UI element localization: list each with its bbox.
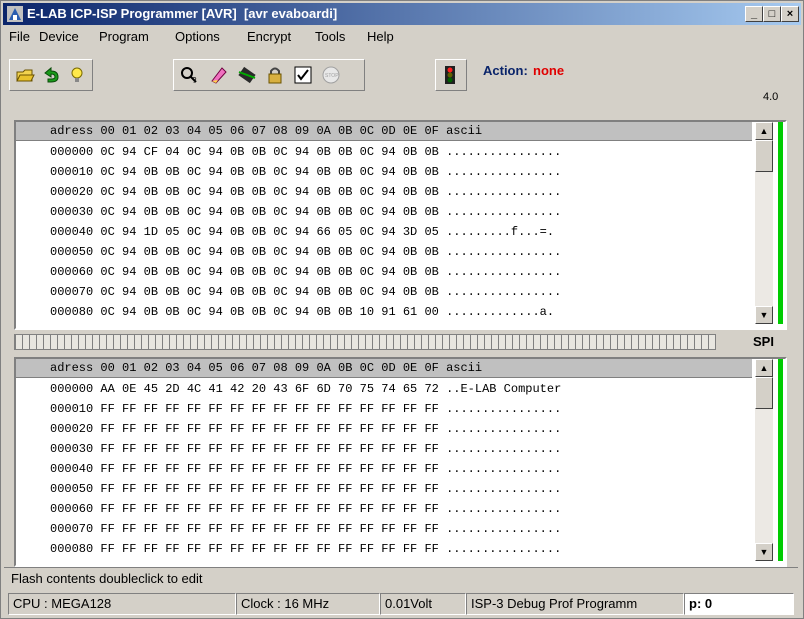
eeprom-hex-rows: 000000 AA 0E 45 2D 4C 41 42 20 43 6F 6D … [50,379,750,559]
eeprom-hex-row[interactable]: 000010 FF FF FF FF FF FF FF FF FF FF FF … [50,399,750,419]
version-label: 4.0 [763,91,779,103]
search-help-icon: ? [181,67,197,85]
eeprom-hex-row[interactable]: 000030 FF FF FF FF FF FF FF FF FF FF FF … [50,439,750,459]
eeprom-hex-header: adress 00 01 02 03 04 05 06 07 08 09 0A … [16,359,752,378]
programmer-status: ISP-3 Debug Prof Programm [466,593,684,615]
flash-hex-panel[interactable]: adress 00 01 02 03 04 05 06 07 08 09 0A … [14,120,787,330]
p-status: p: 0 [684,593,794,615]
eeprom-scroll-thumb[interactable] [755,377,773,409]
eeprom-hex-row[interactable]: 000060 FF FF FF FF FF FF FF FF FF FF FF … [50,499,750,519]
flash-hex-header: adress 00 01 02 03 04 05 06 07 08 09 0A … [16,122,752,141]
menu-bar: File Device Program Options Encrypt Tool… [3,27,801,47]
chip-icon [238,66,256,84]
arrow-down-icon: ▼ [759,310,769,320]
minimize-button[interactable]: _ [745,6,763,22]
flash-hex-row[interactable]: 000000 0C 94 CF 04 0C 94 0B 0B 0C 94 0B … [50,142,750,162]
cpu-status: CPU : MEGA128 [8,593,236,615]
title-bar[interactable]: E-LAB ICP-ISP Programmer [AVR] [avr evab… [3,3,801,25]
lock-button[interactable] [264,64,286,86]
flash-hex-row[interactable]: 000040 0C 94 1D 05 0C 94 0B 0B 0C 94 66 … [50,222,750,242]
status-bar: CPU : MEGA128 Clock : 16 MHz 0.01Volt IS… [4,591,798,615]
eeprom-hex-row[interactable]: 000050 FF FF FF FF FF FF FF FF FF FF FF … [50,479,750,499]
app-window: E-LAB ICP-ISP Programmer [AVR] [avr evab… [0,0,804,619]
traffic-light-icon [445,66,455,84]
svg-text:?: ? [192,76,197,85]
reload-button[interactable] [40,64,62,86]
flash-scroll-down-button[interactable]: ▼ [755,306,773,324]
maximize-button[interactable]: □ [763,6,781,22]
lock-icon [268,67,282,84]
read-device-button[interactable]: ? [178,64,200,86]
flash-hex-header-text: adress 00 01 02 03 04 05 06 07 08 09 0A … [50,124,483,138]
arrow-up-icon: ▲ [759,363,769,373]
flash-scroll-up-button[interactable]: ▲ [755,122,773,140]
menu-device[interactable]: Device [39,29,79,44]
voltage-status: 0.01Volt [380,593,466,615]
eeprom-hex-row[interactable]: 000020 FF FF FF FF FF FF FF FF FF FF FF … [50,419,750,439]
eeprom-scroll-up-button[interactable]: ▲ [755,359,773,377]
app-icon [7,6,23,22]
flash-hex-row[interactable]: 000060 0C 94 0B 0B 0C 94 0B 0B 0C 94 0B … [50,262,750,282]
verify-button[interactable] [292,64,314,86]
flash-hex-row[interactable]: 000010 0C 94 0B 0B 0C 94 0B 0B 0C 94 0B … [50,162,750,182]
erase-button[interactable] [208,64,230,86]
toolbar-group-status [435,59,467,91]
eeprom-scrollbar[interactable]: ▲ ▼ [755,359,773,561]
close-button[interactable]: × [781,6,799,22]
hint-text: Flash contents doubleclick to edit [11,571,203,586]
hint-bar: Flash contents doubleclick to edit [4,567,798,590]
bulb-icon [71,67,83,82]
toolbar: ? STOP Action: none 4.0 [3,49,801,111]
arrow-up-icon: ▲ [759,126,769,136]
arrow-down-icon: ▼ [759,547,769,557]
flash-scrollbar[interactable]: ▲ ▼ [755,122,773,324]
flash-hex-rows: 000000 0C 94 CF 04 0C 94 0B 0B 0C 94 0B … [50,142,750,322]
menu-encrypt[interactable]: Encrypt [247,29,291,44]
eeprom-hex-panel[interactable]: adress 00 01 02 03 04 05 06 07 08 09 0A … [14,357,787,567]
hint-button[interactable] [66,64,88,86]
menu-tools[interactable]: Tools [315,29,345,44]
action-status: none [533,63,565,78]
clock-status: Clock : 16 MHz [236,593,380,615]
window-title: E-LAB ICP-ISP Programmer [AVR] [avr evab… [27,6,338,21]
flash-status-bar [778,122,783,324]
open-icon [16,69,35,82]
traffic-light-button[interactable] [439,64,461,86]
toolbar-group-device: ? STOP [173,59,365,91]
progress-strip [14,334,716,350]
program-button[interactable] [236,64,258,86]
flash-hex-row[interactable]: 000030 0C 94 0B 0B 0C 94 0B 0B 0C 94 0B … [50,202,750,222]
flash-scroll-thumb[interactable] [755,140,773,172]
open-button[interactable] [14,64,36,86]
eeprom-scroll-down-button[interactable]: ▼ [755,543,773,561]
flash-hex-row[interactable]: 000070 0C 94 0B 0B 0C 94 0B 0B 0C 94 0B … [50,282,750,302]
eeprom-hex-row[interactable]: 000080 FF FF FF FF FF FF FF FF FF FF FF … [50,539,750,559]
menu-file[interactable]: File [9,29,30,44]
toolbar-group-file [9,59,93,91]
flash-hex-row[interactable]: 000080 0C 94 0B 0B 0C 94 0B 0B 0C 94 0B … [50,302,750,322]
eeprom-hex-row[interactable]: 000040 FF FF FF FF FF FF FF FF FF FF FF … [50,459,750,479]
flash-hex-row[interactable]: 000020 0C 94 0B 0B 0C 94 0B 0B 0C 94 0B … [50,182,750,202]
undo-icon [44,66,59,83]
spi-label: SPI [753,334,774,349]
stop-button[interactable]: STOP [320,64,342,86]
action-label: Action: [483,63,528,78]
eeprom-hex-row[interactable]: 000000 AA 0E 45 2D 4C 41 42 20 43 6F 6D … [50,379,750,399]
stop-icon: STOP [322,66,340,84]
menu-help[interactable]: Help [367,29,394,44]
eeprom-hex-header-text: adress 00 01 02 03 04 05 06 07 08 09 0A … [50,361,483,375]
verify-icon [294,66,312,84]
menu-program[interactable]: Program [99,29,149,44]
menu-options[interactable]: Options [175,29,220,44]
eeprom-status-bar [778,359,783,561]
erase-icon [211,67,227,84]
svg-text:STOP: STOP [325,73,339,79]
flash-hex-row[interactable]: 000050 0C 94 0B 0B 0C 94 0B 0B 0C 94 0B … [50,242,750,262]
eeprom-hex-row[interactable]: 000070 FF FF FF FF FF FF FF FF FF FF FF … [50,519,750,539]
